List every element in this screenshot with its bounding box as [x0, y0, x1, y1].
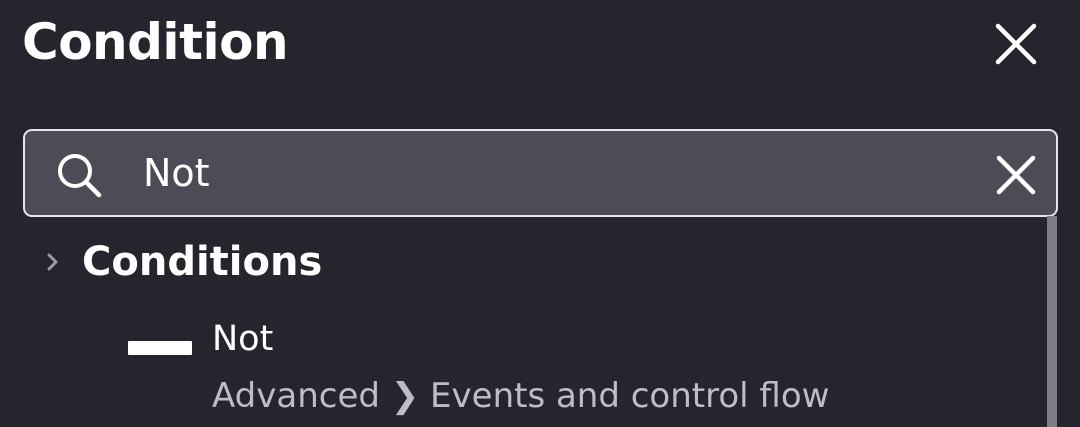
- search-box: [23, 129, 1058, 217]
- results-scrollbar[interactable]: [1047, 216, 1057, 427]
- clear-search-button[interactable]: [993, 152, 1039, 198]
- clear-icon: [996, 155, 1036, 195]
- dash-icon: [128, 341, 192, 355]
- chevron-right-icon: [47, 253, 58, 271]
- group-label: Conditions: [82, 239, 323, 285]
- close-button[interactable]: [990, 18, 1042, 70]
- search-input[interactable]: [143, 145, 943, 201]
- result-title: Not: [212, 319, 274, 359]
- search-icon: [58, 154, 102, 198]
- dialog-title: Condition: [22, 13, 289, 71]
- condition-dialog: Condition Conditions Not Advanced ❯ Even…: [0, 0, 1080, 427]
- close-icon: [995, 23, 1037, 65]
- result-item-not[interactable]: Not Advanced ❯ Events and control flow: [128, 312, 1028, 427]
- result-path: Advanced ❯ Events and control flow: [212, 376, 830, 416]
